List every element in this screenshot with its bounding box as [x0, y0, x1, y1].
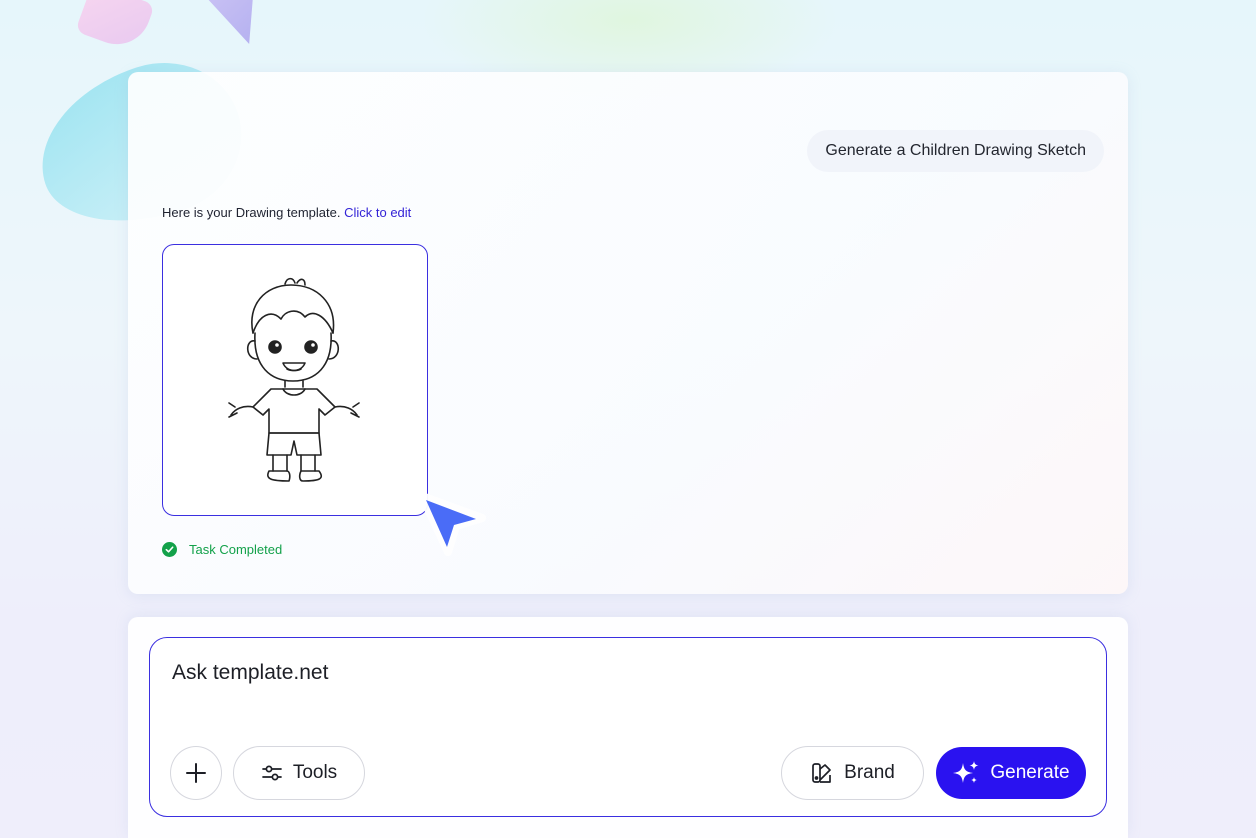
- click-to-edit-link[interactable]: Click to edit: [344, 205, 411, 220]
- decorative-blob-violet: [205, 0, 253, 44]
- brand-button[interactable]: Brand: [781, 746, 924, 800]
- user-prompt-bubble: Generate a Children Drawing Sketch: [807, 130, 1104, 172]
- composer-panel: Tools Brand Generate: [128, 617, 1128, 838]
- chat-panel: Generate a Children Drawing Sketch Here …: [128, 72, 1128, 594]
- child-sketch-image: [228, 277, 360, 482]
- sparkles-icon: [952, 760, 980, 786]
- prompt-composer: Tools Brand Generate: [149, 637, 1107, 817]
- brand-label: Brand: [844, 762, 895, 783]
- decorative-blob-pink: [75, 0, 155, 54]
- add-attachment-button[interactable]: [170, 746, 222, 800]
- task-status-text: Task Completed: [189, 542, 283, 557]
- user-prompt-text: Generate a Children Drawing Sketch: [825, 142, 1086, 159]
- response-text: Here is your Drawing template.: [162, 205, 341, 220]
- generate-button[interactable]: Generate: [936, 747, 1086, 799]
- sliders-icon: [261, 763, 283, 783]
- tools-button[interactable]: Tools: [233, 746, 365, 800]
- tools-label: Tools: [292, 762, 338, 783]
- brand-swatch-icon: [810, 761, 834, 785]
- task-status: Task Completed: [162, 542, 282, 557]
- mouse-pointer-icon: [418, 492, 486, 556]
- ask-input[interactable]: [170, 660, 1054, 686]
- generate-label: Generate: [990, 762, 1070, 783]
- assistant-response: Here is your Drawing template. Click to …: [162, 205, 411, 220]
- check-circle-icon: [162, 542, 177, 557]
- plus-icon: [186, 763, 206, 783]
- drawing-template-preview[interactable]: [162, 244, 428, 516]
